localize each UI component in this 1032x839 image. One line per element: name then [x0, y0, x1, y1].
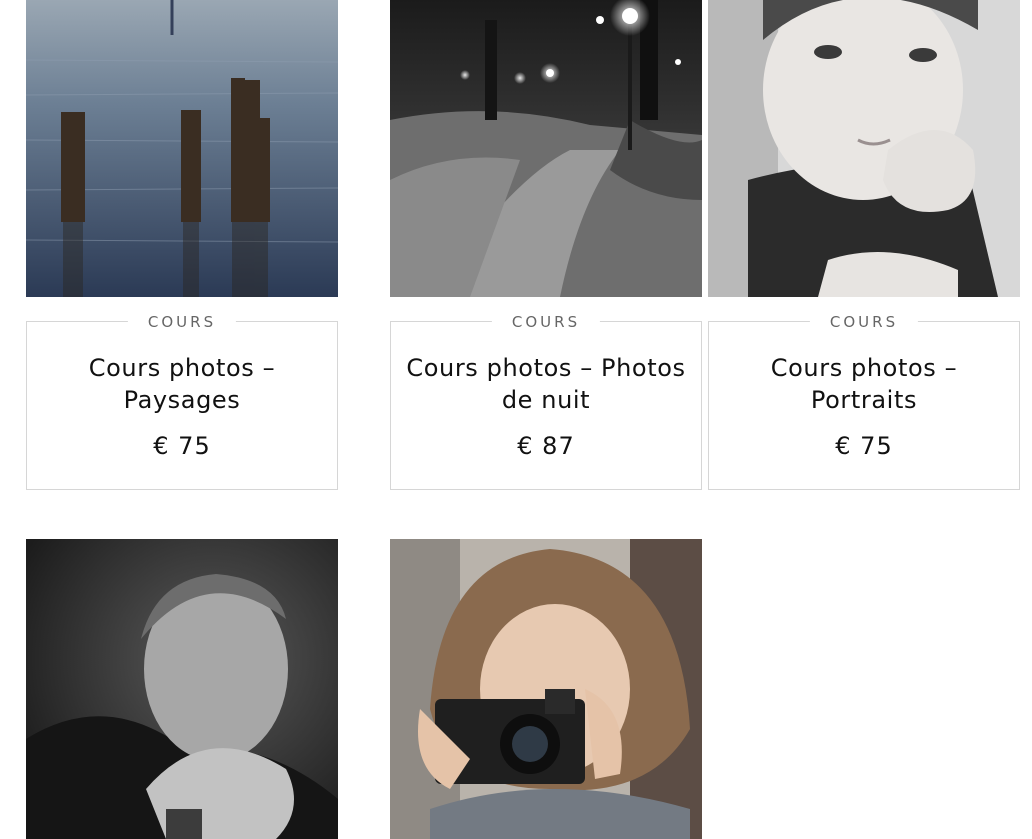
product-image-portraits[interactable]: [708, 0, 1020, 297]
product-category[interactable]: COURS: [491, 312, 601, 332]
product-image-paysages[interactable]: [26, 0, 338, 297]
snowy-park-photo-icon: [390, 0, 702, 297]
child-portrait-photo-icon: [708, 0, 1020, 297]
product-price: € 87: [517, 432, 575, 460]
lake-photo-icon: [26, 0, 338, 297]
product-title[interactable]: Cours photos – Photos de nuit: [401, 352, 691, 416]
product-info-box: COURS Cours photos – Paysages € 75: [26, 312, 338, 490]
product-info-box: COURS Cours photos – Portraits € 75: [708, 312, 1020, 490]
product-image-photos-de-nuit[interactable]: [390, 0, 702, 297]
product-image-4[interactable]: [26, 539, 338, 839]
girl-with-camera-photo-icon: [390, 539, 702, 839]
man-portrait-photo-icon: [26, 539, 338, 839]
product-category[interactable]: COURS: [127, 312, 237, 332]
shop-product-grid: COURS Cours photos – Paysages € 75 COURS…: [0, 0, 1032, 839]
product-title[interactable]: Cours photos – Portraits: [719, 352, 1009, 416]
product-price: € 75: [153, 432, 211, 460]
product-image-5[interactable]: [390, 539, 702, 839]
product-info-box: COURS Cours photos – Photos de nuit € 87: [390, 312, 702, 490]
product-title[interactable]: Cours photos – Paysages: [37, 352, 327, 416]
product-price: € 75: [835, 432, 893, 460]
product-category[interactable]: COURS: [809, 312, 919, 332]
